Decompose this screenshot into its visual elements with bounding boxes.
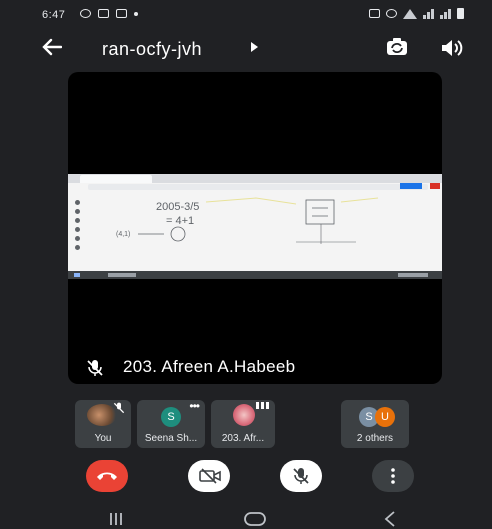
mic-off-icon — [113, 402, 125, 414]
signal-2-icon — [440, 8, 451, 19]
participant-label: You — [94, 433, 112, 444]
android-nav-bar — [0, 506, 492, 529]
alarm-icon — [386, 9, 397, 18]
home-icon[interactable] — [244, 512, 266, 526]
photo-icon — [116, 9, 127, 18]
switch-camera-icon[interactable] — [386, 38, 408, 56]
whiteboard-line-2: = 4+1 — [166, 215, 194, 227]
signal-icon — [423, 8, 434, 19]
mic-off-icon — [87, 360, 103, 376]
call-controls — [0, 456, 492, 498]
browser-close — [430, 183, 440, 189]
more-vert-icon — [391, 468, 395, 484]
participant-label: Seena Sh... — [144, 433, 198, 444]
browser-button — [400, 183, 422, 189]
more-dots-icon[interactable]: ••• — [189, 400, 200, 412]
whiteboard-toolbar — [70, 196, 84, 266]
main-video-tile[interactable]: 2005-3/5 = 4+1 (4,1) 203. Afreen A.Habee… — [68, 72, 442, 384]
back-nav-icon[interactable] — [384, 511, 396, 527]
dot-icon — [134, 12, 138, 16]
notification-icons — [80, 9, 138, 18]
arrow-left-icon — [42, 38, 63, 56]
status-bar: 6:47 — [0, 0, 492, 30]
camera-toggle-button[interactable] — [188, 460, 230, 492]
speaker-icon[interactable] — [440, 38, 464, 58]
meeting-code[interactable]: ran-ocfy-jvh — [102, 39, 202, 60]
presenter-name: 203. Afreen A.Habeeb — [123, 357, 296, 376]
status-time: 6:47 — [42, 9, 66, 21]
recents-icon[interactable] — [108, 512, 124, 526]
end-call-button[interactable] — [86, 460, 128, 492]
browser-address-bar — [88, 184, 428, 190]
whiteboard-line-3: (4,1) — [116, 231, 130, 238]
participant-afreen[interactable]: 203. Afr... — [211, 400, 275, 448]
whatsapp-icon — [80, 9, 91, 18]
participant-seena[interactable]: S ••• Seena Sh... — [137, 400, 205, 448]
avatar: U — [375, 407, 395, 427]
battery-icon — [457, 8, 464, 19]
desktop-taskbar — [68, 271, 442, 279]
end-call-icon — [97, 472, 117, 480]
avatar — [233, 404, 255, 426]
wifi-icon — [403, 8, 417, 19]
browser-tabbar — [68, 174, 442, 183]
mic-toggle-button[interactable] — [280, 460, 322, 492]
avatar: S — [161, 407, 181, 427]
caret-right-icon[interactable] — [251, 42, 258, 52]
meeting-header: ran-ocfy-jvh — [0, 30, 492, 68]
participant-label: 203. Afr... — [221, 433, 265, 444]
participant-you[interactable]: You — [75, 400, 131, 448]
whiteboard-line-1: 2005-3/5 — [156, 201, 199, 213]
participant-label: 2 others — [356, 433, 394, 444]
audio-level-icon — [256, 402, 269, 409]
participant-strip: You S ••• Seena Sh... 203. Afr... S U 2 … — [75, 400, 435, 448]
system-icons — [369, 8, 464, 19]
whiteboard-canvas: 2005-3/5 = 4+1 (4,1) — [116, 197, 379, 244]
back-button[interactable] — [42, 38, 63, 59]
more-options-button[interactable] — [372, 460, 414, 492]
camera-off-icon — [199, 468, 221, 484]
mic-off-icon — [293, 468, 309, 484]
message-icon — [98, 9, 109, 18]
participant-others[interactable]: S U 2 others — [341, 400, 409, 448]
shared-screen: 2005-3/5 = 4+1 (4,1) — [68, 174, 442, 279]
cast-icon — [369, 9, 380, 18]
